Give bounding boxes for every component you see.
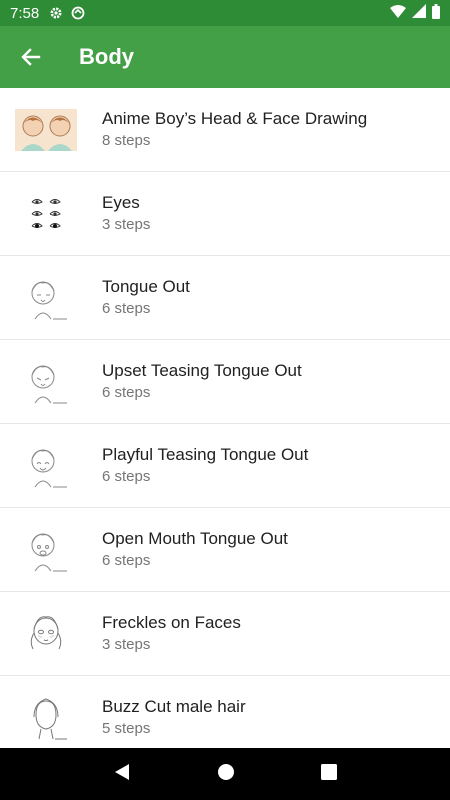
nav-home-icon[interactable] bbox=[217, 763, 235, 786]
list-item[interactable]: Playful Teasing Tongue Out 6 steps bbox=[0, 424, 450, 508]
item-steps: 5 steps bbox=[102, 719, 151, 737]
item-title: Playful Teasing Tongue Out bbox=[102, 444, 309, 464]
thumbnail-open-mouth-tongue-out bbox=[15, 525, 77, 575]
battery-icon bbox=[432, 3, 440, 23]
item-steps: 6 steps bbox=[102, 383, 151, 401]
thumbnail-buzz-cut-male-hair bbox=[15, 693, 77, 743]
item-title: Open Mouth Tongue Out bbox=[102, 528, 288, 548]
nav-recents-icon[interactable] bbox=[321, 763, 337, 785]
status-time: 7:58 bbox=[10, 4, 40, 22]
item-title: Eyes bbox=[102, 192, 140, 212]
thumbnail-upset-teasing-tongue-out bbox=[15, 357, 77, 407]
thumbnail-tongue-out bbox=[15, 273, 77, 323]
list-item[interactable]: Anime Boy’s Head & Face Drawing 8 steps bbox=[0, 88, 450, 172]
item-steps: 6 steps bbox=[102, 299, 151, 317]
back-arrow-icon[interactable] bbox=[0, 26, 62, 88]
thumbnail-freckles-on-faces bbox=[15, 609, 77, 659]
page-title: Body bbox=[79, 44, 134, 69]
thumbnail-eyes bbox=[15, 189, 77, 239]
item-title: Freckles on Faces bbox=[102, 612, 241, 632]
item-steps: 3 steps bbox=[102, 635, 151, 653]
item-steps: 8 steps bbox=[102, 131, 151, 149]
sync-icon bbox=[71, 6, 85, 20]
list-item[interactable]: Eyes 3 steps bbox=[0, 172, 450, 256]
item-title: Upset Teasing Tongue Out bbox=[102, 360, 302, 380]
wifi-icon bbox=[390, 4, 406, 22]
list-item[interactable]: Open Mouth Tongue Out 6 steps bbox=[0, 508, 450, 592]
status-bar: 7:58 bbox=[0, 0, 450, 26]
list-item[interactable]: Tongue Out 6 steps bbox=[0, 256, 450, 340]
item-title: Buzz Cut male hair bbox=[102, 696, 246, 716]
item-title: Anime Boy’s Head & Face Drawing bbox=[102, 108, 368, 128]
app-bar: Body bbox=[0, 26, 450, 88]
list-item[interactable]: Freckles on Faces 3 steps bbox=[0, 592, 450, 676]
item-title: Tongue Out bbox=[102, 276, 190, 296]
thumbnail-anime-boy-head bbox=[15, 105, 77, 155]
nav-back-icon[interactable] bbox=[113, 763, 131, 786]
drawing-list: Anime Boy’s Head & Face Drawing 8 steps … bbox=[0, 88, 450, 748]
list-item[interactable]: Upset Teasing Tongue Out 6 steps bbox=[0, 340, 450, 424]
item-steps: 6 steps bbox=[102, 467, 151, 485]
list-item[interactable]: Buzz Cut male hair 5 steps bbox=[0, 676, 450, 748]
item-steps: 6 steps bbox=[102, 551, 151, 569]
cellular-signal-icon bbox=[412, 4, 426, 22]
system-nav-bar bbox=[0, 748, 450, 800]
thumbnail-playful-teasing-tongue-out bbox=[15, 441, 77, 491]
item-steps: 3 steps bbox=[102, 215, 151, 233]
settings-gear-icon bbox=[49, 6, 63, 20]
